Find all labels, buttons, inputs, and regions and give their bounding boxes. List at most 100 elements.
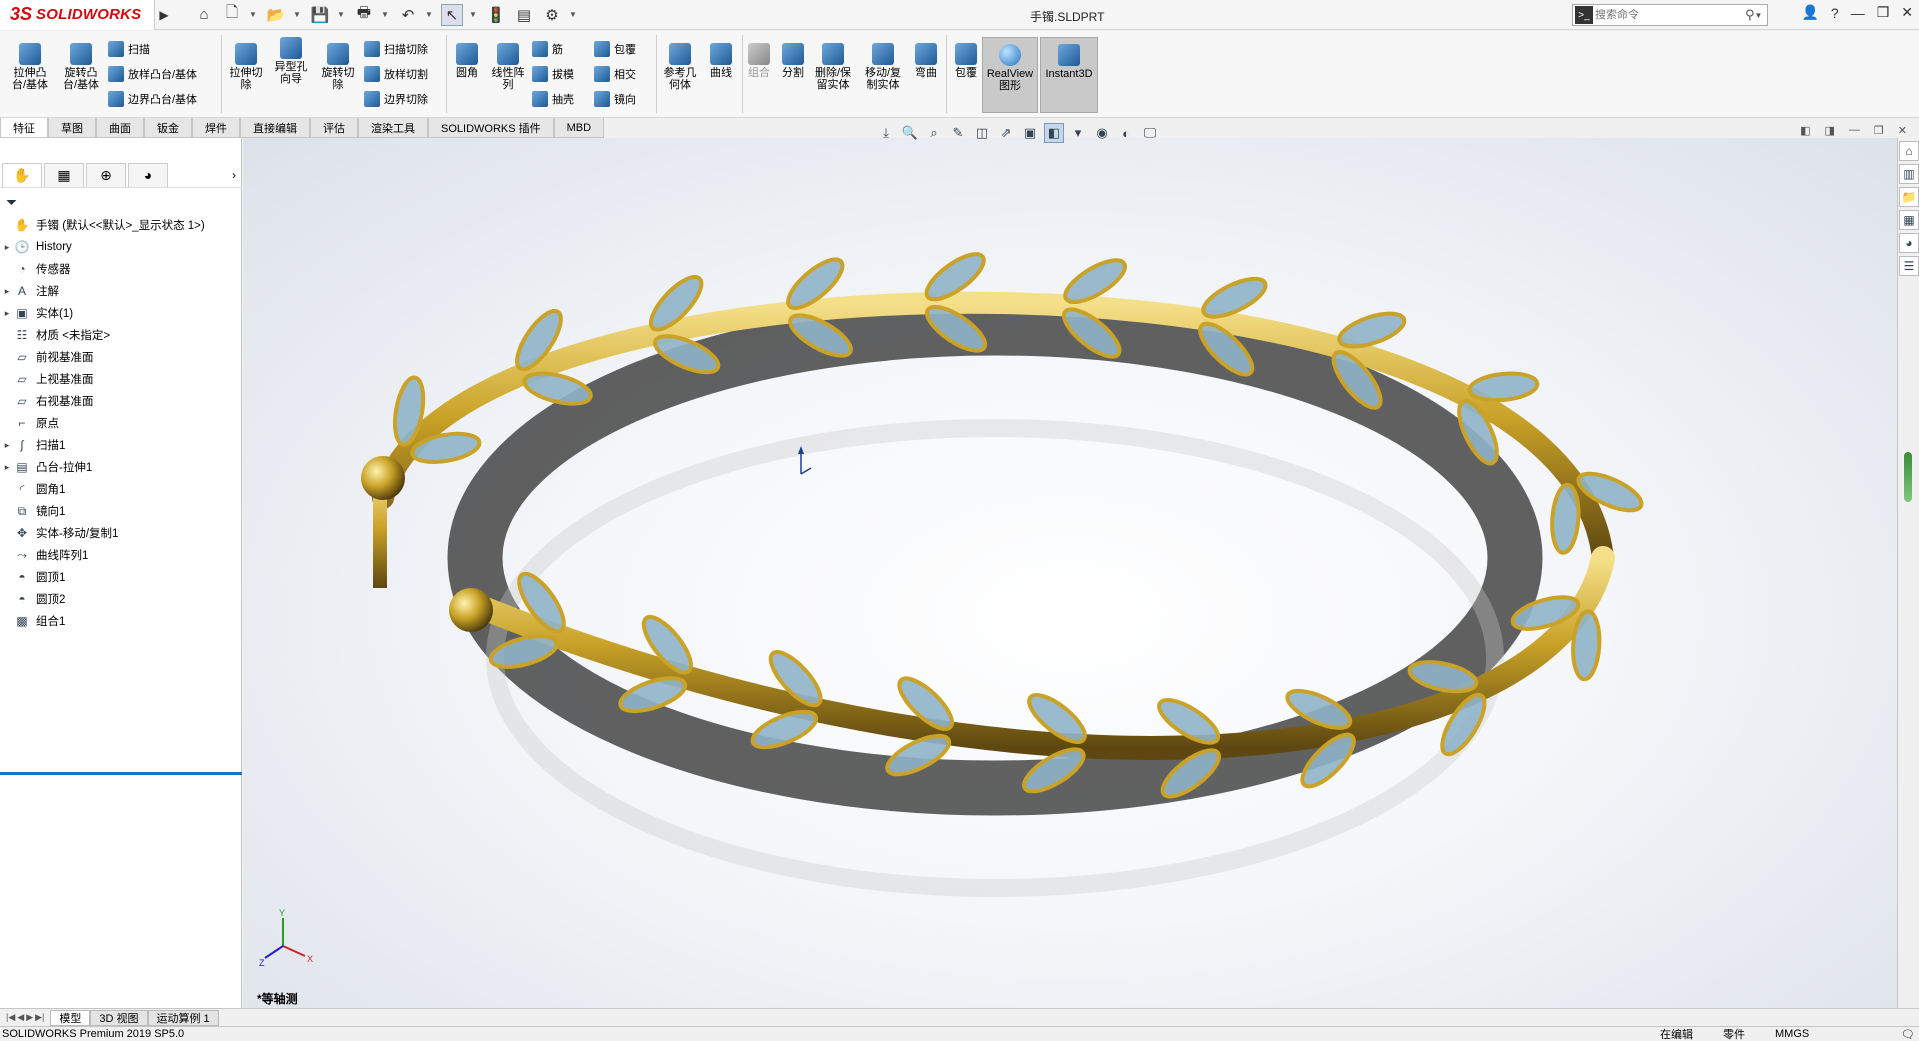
options-dropdown-icon[interactable]: ▼ (569, 10, 579, 19)
tab-features[interactable]: 特征 (0, 118, 48, 138)
tab-evaluate[interactable]: 评估 (310, 118, 358, 138)
tree-node[interactable]: ▱ 前视基准面 (0, 346, 242, 368)
draft-button[interactable]: 拔模 (532, 64, 574, 84)
view-orientation-icon[interactable]: ▣ (1020, 123, 1040, 143)
traffic-light-icon[interactable]: 🚦 (485, 4, 507, 26)
expand-arrow-icon[interactable]: ▸ (0, 242, 14, 253)
shell-button[interactable]: 抽壳 (532, 89, 574, 109)
undo-icon[interactable]: ↶ (397, 4, 419, 26)
edit-appearance-icon[interactable]: ◉ (1092, 123, 1112, 143)
property-manager-tab-icon[interactable]: ▦ (44, 162, 84, 187)
tree-node[interactable]: ⧉ 镜向1 (0, 500, 242, 522)
viewport-minimize-icon[interactable]: — (1849, 124, 1860, 137)
tree-node[interactable]: ▱ 右视基准面 (0, 390, 242, 412)
tree-node[interactable]: ▱ 上视基准面 (0, 368, 242, 390)
save-icon[interactable]: 💾 (309, 4, 331, 26)
swept-cut-button[interactable]: 扫描切除 (364, 39, 428, 59)
restore-icon[interactable]: ❐ (1877, 4, 1890, 21)
tree-node[interactable]: ✋ 手镯 (默认<<默认>_显示状态 1>) (0, 214, 242, 236)
filter-icon[interactable]: ⏷ (6, 194, 17, 211)
dynamic-highlight-icon[interactable]: ⇗ (996, 123, 1016, 143)
open-icon[interactable]: 📂 (265, 4, 287, 26)
curves-button[interactable]: 曲线 (704, 43, 738, 79)
loft-boss-button[interactable]: 放样凸台/基体 (108, 64, 197, 84)
tab-model[interactable]: 模型 (50, 1009, 91, 1026)
viewport-next-icon[interactable]: ◨ (1825, 124, 1835, 137)
tab-solidworks-addins[interactable]: SOLIDWORKS 插件 (428, 118, 554, 138)
help-icon[interactable]: ? (1831, 5, 1839, 21)
undo-dropdown-icon[interactable]: ▼ (425, 10, 435, 19)
file-properties-icon[interactable]: ▤ (513, 4, 535, 26)
realview-button[interactable]: RealView 图形 (982, 37, 1038, 113)
tab-render-tools[interactable]: 渲染工具 (358, 118, 428, 138)
boundary-boss-button[interactable]: 边界凸台/基体 (108, 89, 197, 109)
close-icon[interactable]: ✕ (1901, 4, 1913, 21)
zoom-to-fit-icon[interactable]: ⤓ (876, 123, 896, 143)
apply-scene-icon[interactable]: ◐ (1116, 123, 1136, 143)
extrude-cut-button[interactable]: 拉伸切 除 (226, 43, 266, 91)
fillet-button[interactable]: 圆角 (450, 43, 484, 79)
linear-pattern-button[interactable]: 线性阵 列 (488, 43, 528, 91)
help-status-icon[interactable]: 🗨 (1901, 1028, 1915, 1041)
bracelet-model[interactable] (243, 138, 1897, 1008)
options-gear-icon[interactable]: ⚙ (541, 4, 563, 26)
tree-node[interactable]: ✥ 实体-移动/复制1 (0, 522, 242, 544)
expand-arrow-icon[interactable]: ▸ (0, 308, 14, 319)
view-settings-icon[interactable]: 🖵 (1140, 123, 1160, 143)
viewport-prev-icon[interactable]: ◧ (1800, 124, 1810, 137)
combine-button[interactable]: 组合 (744, 43, 774, 79)
minimize-icon[interactable]: — (1851, 5, 1865, 21)
tree-node[interactable]: ▸ A 注解 (0, 280, 242, 302)
tab-sheet-metal[interactable]: 钣金 (144, 118, 192, 138)
revolve-boss-button[interactable]: 旋转凸 台/基体 (58, 43, 104, 91)
split-button[interactable]: 分割 (778, 43, 808, 79)
configuration-manager-tab-icon[interactable]: ⊕ (86, 162, 126, 187)
boundary-cut-button[interactable]: 边界切除 (364, 89, 428, 109)
display-manager-tab-icon[interactable]: ◕ (128, 162, 168, 187)
view-palette-icon[interactable]: ▦ (1899, 210, 1919, 230)
tab-mbd[interactable]: MBD (553, 118, 605, 138)
search-dropdown-icon[interactable]: ▼ (1755, 11, 1765, 20)
select-cursor-icon[interactable]: ↖ (441, 3, 463, 26)
feature-tree-tab-icon[interactable]: ✋ (2, 162, 42, 187)
next-tab-icon[interactable]: ▶ (26, 1012, 33, 1023)
user-icon[interactable]: 👤 (1801, 4, 1818, 21)
mirror-button[interactable]: 镜向 (594, 89, 636, 109)
flex-button[interactable]: 弯曲 (910, 43, 942, 79)
graphics-viewport[interactable]: Y X Z *等轴测 (243, 138, 1897, 1008)
save-dropdown-icon[interactable]: ▼ (337, 10, 347, 19)
expand-arrow-icon[interactable]: ▸ (0, 286, 14, 297)
expand-arrow-icon[interactable]: ▸ (0, 462, 14, 473)
search-input[interactable] (1595, 9, 1745, 21)
home-icon[interactable]: ⌂ (193, 4, 215, 26)
display-style-icon[interactable]: ◧ (1044, 123, 1064, 143)
search-icon[interactable]: ⚲ (1745, 7, 1755, 23)
tree-node[interactable]: ◓ 圆顶2 (0, 588, 242, 610)
prev-tab-icon[interactable]: ◀ (17, 1012, 24, 1023)
design-library-icon[interactable]: ▥ (1899, 164, 1919, 184)
wrap-button[interactable]: 包覆 (950, 43, 982, 79)
reference-geometry-button[interactable]: 参考几 何体 (660, 43, 700, 91)
extrude-boss-button[interactable]: 拉伸凸 台/基体 (8, 43, 52, 91)
intersect-button[interactable]: 相交 (594, 64, 636, 84)
panel-expand-icon[interactable]: › (232, 168, 236, 182)
tree-node[interactable]: ▸ ▣ 实体(1) (0, 302, 242, 324)
print-dropdown-icon[interactable]: ▼ (381, 10, 391, 19)
select-dropdown-icon[interactable]: ▼ (469, 10, 479, 19)
rollback-bar[interactable] (0, 772, 242, 775)
tab-motion-study-1[interactable]: 运动算例 1 (147, 1009, 219, 1026)
hole-wizard-button[interactable]: 异型孔 向导 (270, 37, 312, 85)
tree-node[interactable]: ▸ ▤ 凸台-拉伸1 (0, 456, 242, 478)
viewport-restore-icon[interactable]: ❐ (1874, 124, 1884, 137)
delete-keep-body-button[interactable]: 删除/保 留实体 (812, 43, 854, 91)
tree-node[interactable]: ⌐ 原点 (0, 412, 242, 434)
menu-expand-arrow-icon[interactable]: ▶ (155, 0, 173, 30)
tab-3d-views[interactable]: 3D 视图 (90, 1009, 148, 1026)
dynamic-annotation-icon[interactable]: ◫ (972, 123, 992, 143)
previous-view-icon[interactable]: ⌕ (924, 123, 944, 143)
expand-arrow-icon[interactable]: ▸ (0, 440, 14, 451)
hide-show-items-icon[interactable]: ▾ (1068, 123, 1088, 143)
file-explorer-icon[interactable]: 📁 (1899, 187, 1919, 207)
tab-surfaces[interactable]: 曲面 (96, 118, 144, 138)
tab-weldments[interactable]: 焊件 (192, 118, 240, 138)
